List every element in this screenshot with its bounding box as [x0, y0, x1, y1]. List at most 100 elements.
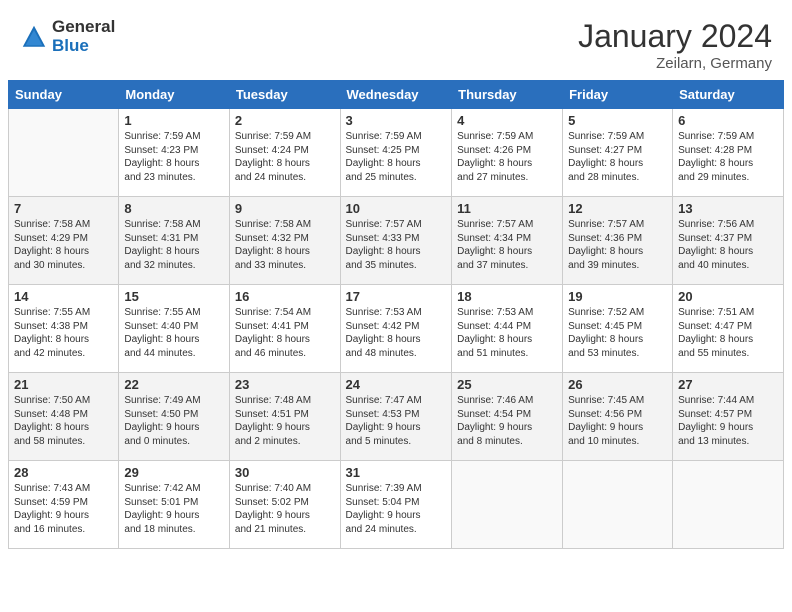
- calendar-cell: 7Sunrise: 7:58 AMSunset: 4:29 PMDaylight…: [9, 197, 119, 285]
- day-number: 30: [235, 465, 335, 480]
- day-number: 5: [568, 113, 667, 128]
- calendar-cell: 20 Sunrise: 7:51 AMSunset: 4:47 PMDayligh…: [673, 285, 784, 373]
- cell-content: Sunrise: 7:44 AMSunset: 4:57 PMDaylight:…: [678, 394, 778, 448]
- day-header-monday: Monday: [119, 81, 230, 109]
- cell-content: Sunrise: 7:59 AMSunset: 4:26 PMDaylight:…: [457, 130, 557, 184]
- day-header-friday: Friday: [563, 81, 673, 109]
- cell-content: Sunrise: 7:42 AMSunset: 5:01 PMDaylight:…: [124, 482, 224, 536]
- day-number: 24: [346, 377, 447, 392]
- calendar-cell: 28 Sunrise: 7:43 AMSunset: 4:59 PMDayligh…: [9, 461, 119, 549]
- calendar-wrap: SundayMondayTuesdayWednesdayThursdayFrid…: [0, 80, 792, 559]
- day-number: 6: [678, 113, 778, 128]
- day-number: 8: [124, 201, 224, 216]
- calendar-cell: 10 Sunrise: 7:57 AMSunset: 4:33 PMDayligh…: [340, 197, 452, 285]
- calendar-cell: 8Sunrise: 7:58 AMSunset: 4:31 PMDaylight…: [119, 197, 230, 285]
- calendar-week-row: 21Sunrise: 7:50 AMSunset: 4:48 PMDayligh…: [9, 373, 784, 461]
- calendar-cell: 30 Sunrise: 7:40 AMSunset: 5:02 PMDayligh…: [229, 461, 340, 549]
- day-number: 10: [346, 201, 447, 216]
- cell-content: Sunrise: 7:52 AMSunset: 4:45 PMDaylight:…: [568, 306, 667, 360]
- day-number: 9: [235, 201, 335, 216]
- cell-content: Sunrise: 7:59 AMSunset: 4:28 PMDaylight:…: [678, 130, 778, 184]
- day-header-sunday: Sunday: [9, 81, 119, 109]
- cell-content: Sunrise: 7:51 AMSunset: 4:47 PMDaylight:…: [678, 306, 778, 360]
- calendar-cell: 3 Sunrise: 7:59 AMSunset: 4:25 PMDaylight…: [340, 109, 452, 197]
- day-number: 23: [235, 377, 335, 392]
- calendar-cell: 31 Sunrise: 7:39 AMSunset: 5:04 PMDayligh…: [340, 461, 452, 549]
- cell-content: Sunrise: 7:43 AMSunset: 4:59 PMDaylight:…: [14, 482, 113, 536]
- cell-content: Sunrise: 7:59 AMSunset: 4:23 PMDaylight:…: [124, 130, 224, 184]
- calendar-cell: 2Sunrise: 7:59 AMSunset: 4:24 PMDaylight…: [229, 109, 340, 197]
- day-number: 13: [678, 201, 778, 216]
- cell-content: Sunrise: 7:46 AMSunset: 4:54 PMDaylight:…: [457, 394, 557, 448]
- cell-content: Sunrise: 7:45 AMSunset: 4:56 PMDaylight:…: [568, 394, 667, 448]
- cell-content: Sunrise: 7:49 AMSunset: 4:50 PMDaylight:…: [124, 394, 224, 448]
- calendar-cell: 16 Sunrise: 7:54 AMSunset: 4:41 PMDayligh…: [229, 285, 340, 373]
- calendar-cell: [673, 461, 784, 549]
- calendar-cell: 29Sunrise: 7:42 AMSunset: 5:01 PMDayligh…: [119, 461, 230, 549]
- calendar-cell: [452, 461, 563, 549]
- logo-general: General: [52, 18, 115, 37]
- day-number: 31: [346, 465, 447, 480]
- calendar-cell: 15Sunrise: 7:55 AMSunset: 4:40 PMDayligh…: [119, 285, 230, 373]
- calendar-cell: 4 Sunrise: 7:59 AMSunset: 4:26 PMDaylight…: [452, 109, 563, 197]
- cell-content: Sunrise: 7:47 AMSunset: 4:53 PMDaylight:…: [346, 394, 447, 448]
- logo: General Blue: [20, 18, 115, 55]
- day-number: 17: [346, 289, 447, 304]
- cell-content: Sunrise: 7:48 AMSunset: 4:51 PMDaylight:…: [235, 394, 335, 448]
- calendar-cell: 22 Sunrise: 7:49 AMSunset: 4:50 PMDayligh…: [119, 373, 230, 461]
- day-number: 27: [678, 377, 778, 392]
- cell-content: Sunrise: 7:59 AMSunset: 4:27 PMDaylight:…: [568, 130, 667, 184]
- day-number: 25: [457, 377, 557, 392]
- day-number: 1: [124, 113, 224, 128]
- calendar-cell: 11 Sunrise: 7:57 AMSunset: 4:34 PMDayligh…: [452, 197, 563, 285]
- calendar-cell: 9Sunrise: 7:58 AMSunset: 4:32 PMDaylight…: [229, 197, 340, 285]
- cell-content: Sunrise: 7:40 AMSunset: 5:02 PMDaylight:…: [235, 482, 335, 536]
- cell-content: Sunrise: 7:57 AMSunset: 4:33 PMDaylight:…: [346, 218, 447, 272]
- day-number: 20: [678, 289, 778, 304]
- page-header: General Blue January 2024 Zeilarn, Germa…: [0, 0, 792, 80]
- month-year: January 2024: [578, 18, 772, 55]
- day-header-saturday: Saturday: [673, 81, 784, 109]
- day-number: 19: [568, 289, 667, 304]
- day-number: 4: [457, 113, 557, 128]
- calendar-week-row: 7Sunrise: 7:58 AMSunset: 4:29 PMDaylight…: [9, 197, 784, 285]
- calendar-cell: 12Sunrise: 7:57 AMSunset: 4:36 PMDayligh…: [563, 197, 673, 285]
- cell-content: Sunrise: 7:39 AMSunset: 5:04 PMDaylight:…: [346, 482, 447, 536]
- day-header-wednesday: Wednesday: [340, 81, 452, 109]
- day-number: 3: [346, 113, 447, 128]
- cell-content: Sunrise: 7:56 AMSunset: 4:37 PMDaylight:…: [678, 218, 778, 272]
- logo-text: General Blue: [52, 18, 115, 55]
- cell-content: Sunrise: 7:55 AMSunset: 4:38 PMDaylight:…: [14, 306, 113, 360]
- day-number: 11: [457, 201, 557, 216]
- calendar-cell: 13 Sunrise: 7:56 AMSunset: 4:37 PMDayligh…: [673, 197, 784, 285]
- day-number: 16: [235, 289, 335, 304]
- day-number: 28: [14, 465, 113, 480]
- logo-icon: [20, 23, 48, 51]
- calendar-cell: 27 Sunrise: 7:44 AMSunset: 4:57 PMDayligh…: [673, 373, 784, 461]
- logo-blue: Blue: [52, 37, 115, 56]
- calendar-week-row: 28 Sunrise: 7:43 AMSunset: 4:59 PMDayligh…: [9, 461, 784, 549]
- location: Zeilarn, Germany: [578, 55, 772, 72]
- day-number: 7: [14, 201, 113, 216]
- calendar-header-row: SundayMondayTuesdayWednesdayThursdayFrid…: [9, 81, 784, 109]
- cell-content: Sunrise: 7:53 AMSunset: 4:42 PMDaylight:…: [346, 306, 447, 360]
- title-block: January 2024 Zeilarn, Germany: [578, 18, 772, 72]
- day-header-thursday: Thursday: [452, 81, 563, 109]
- day-number: 21: [14, 377, 113, 392]
- calendar-cell: 5 Sunrise: 7:59 AMSunset: 4:27 PMDaylight…: [563, 109, 673, 197]
- calendar-cell: 23 Sunrise: 7:48 AMSunset: 4:51 PMDayligh…: [229, 373, 340, 461]
- calendar-table: SundayMondayTuesdayWednesdayThursdayFrid…: [8, 80, 784, 549]
- day-header-tuesday: Tuesday: [229, 81, 340, 109]
- calendar-cell: 25 Sunrise: 7:46 AMSunset: 4:54 PMDayligh…: [452, 373, 563, 461]
- calendar-week-row: 14 Sunrise: 7:55 AMSunset: 4:38 PMDayligh…: [9, 285, 784, 373]
- calendar-cell: 26 Sunrise: 7:45 AMSunset: 4:56 PMDayligh…: [563, 373, 673, 461]
- calendar-cell: 21Sunrise: 7:50 AMSunset: 4:48 PMDayligh…: [9, 373, 119, 461]
- calendar-cell: 14 Sunrise: 7:55 AMSunset: 4:38 PMDayligh…: [9, 285, 119, 373]
- day-number: 26: [568, 377, 667, 392]
- day-number: 2: [235, 113, 335, 128]
- cell-content: Sunrise: 7:59 AMSunset: 4:25 PMDaylight:…: [346, 130, 447, 184]
- cell-content: Sunrise: 7:57 AMSunset: 4:34 PMDaylight:…: [457, 218, 557, 272]
- cell-content: Sunrise: 7:54 AMSunset: 4:41 PMDaylight:…: [235, 306, 335, 360]
- day-number: 22: [124, 377, 224, 392]
- day-number: 14: [14, 289, 113, 304]
